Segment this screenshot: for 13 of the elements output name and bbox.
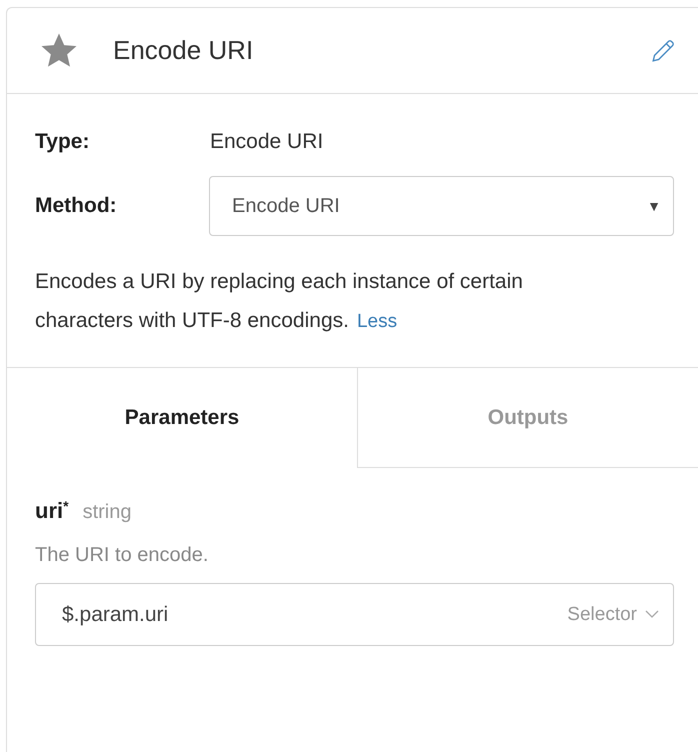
method-label: Method: bbox=[35, 194, 118, 218]
type-label: Type: bbox=[35, 130, 90, 154]
chevron-icon bbox=[645, 610, 659, 619]
input-field[interactable]: $.param.uri Selector bbox=[35, 583, 674, 646]
parameter-type: string bbox=[82, 501, 132, 523]
parameter-description: The URI to encode. bbox=[35, 544, 210, 567]
type-value: Encode URI bbox=[210, 130, 324, 154]
pencil-icon[interactable] bbox=[650, 38, 676, 64]
node-title: Encode URI bbox=[113, 35, 254, 66]
description-text: Encodes a URI by replacing each instance of certain characters with UTF-8 encodings. Less bbox=[35, 269, 524, 334]
parameter-name: uri$^{*}$ bbox=[35, 498, 69, 523]
method-dropdown[interactable]: Encode URI ▼ bbox=[209, 176, 674, 236]
less-link[interactable]: Less bbox=[356, 311, 398, 332]
